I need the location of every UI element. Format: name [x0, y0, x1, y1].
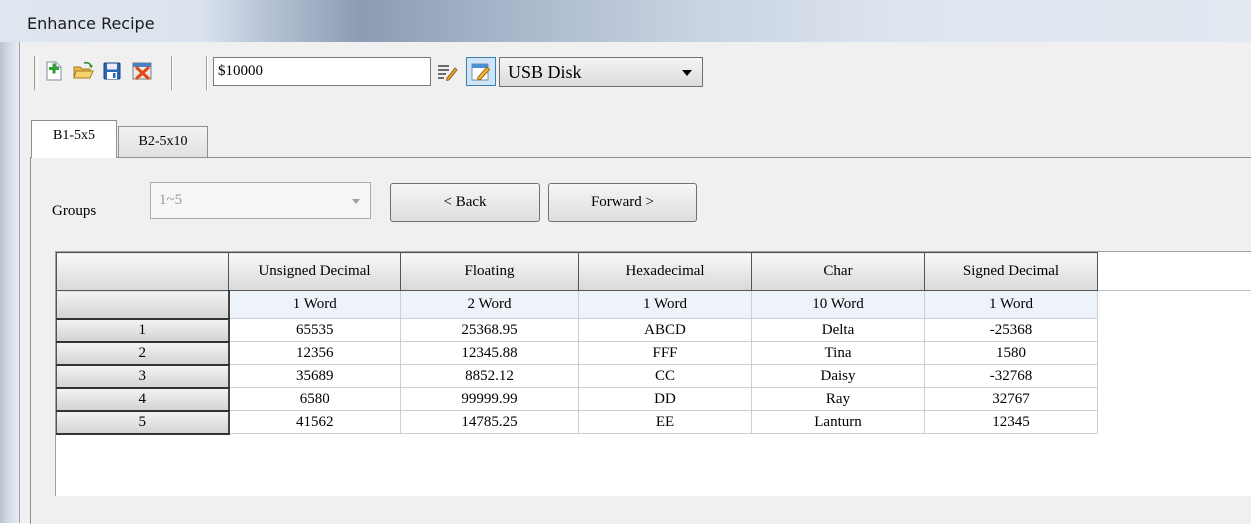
forward-button[interactable]: Forward > — [548, 183, 697, 222]
table-cell[interactable]: ABCD — [578, 318, 752, 342]
open-folder-icon[interactable] — [72, 60, 94, 82]
table-cell[interactable]: EE — [578, 410, 752, 434]
groups-label: Groups — [52, 203, 97, 219]
title-bar[interactable]: Enhance Recipe — [0, 0, 1251, 42]
table-cell[interactable]: DD — [578, 387, 752, 411]
groups-select-value: 1~5 — [159, 192, 183, 208]
recipe-content: $10000 USB Disk B1-5x5 B2-5x10 Groups 1~… — [19, 42, 1251, 524]
recipe-table: Unsigned Decimal Floating Hexadecimal Ch… — [56, 252, 1098, 435]
table-cell[interactable]: -25368 — [924, 318, 1098, 342]
back-button[interactable]: < Back — [390, 183, 540, 222]
table-cell[interactable]: 32767 — [924, 387, 1098, 411]
window-left-edge — [0, 42, 19, 523]
save-icon[interactable] — [101, 60, 123, 82]
table-cell[interactable]: 12345.88 — [400, 341, 579, 365]
column-header[interactable]: Char — [751, 252, 925, 291]
toolbar-separator — [171, 56, 173, 90]
table-corner[interactable] — [56, 252, 229, 291]
column-header[interactable]: Unsigned Decimal — [228, 252, 401, 291]
table-cell[interactable]: 12356 — [228, 341, 401, 365]
edit-mode-icon — [470, 61, 492, 87]
groups-select[interactable]: 1~5 — [150, 182, 371, 219]
storage-select-value: USB Disk — [508, 62, 582, 82]
column-size[interactable]: 2 Word — [400, 290, 579, 319]
tab-bar: B1-5x5 B2-5x10 — [30, 118, 1251, 158]
column-size[interactable]: 1 Word — [578, 290, 752, 319]
table-cell[interactable]: Ray — [751, 387, 925, 411]
table-row: 5 41562 14785.25 EE Lanturn 12345 — [56, 410, 1098, 435]
table-cell[interactable]: 8852.12 — [400, 364, 579, 388]
toolbar-separator — [206, 56, 208, 90]
row-header[interactable]: 5 — [56, 410, 230, 435]
column-size[interactable]: 1 Word — [924, 290, 1098, 319]
table-cell[interactable]: 99999.99 — [400, 387, 579, 411]
window-title: Enhance Recipe — [27, 14, 155, 33]
chevron-down-icon — [682, 70, 692, 76]
table-cell[interactable]: 14785.25 — [400, 410, 579, 434]
row-header[interactable] — [56, 290, 230, 320]
table-cell[interactable]: 25368.95 — [400, 318, 579, 342]
tab-b1-5x5[interactable]: B1-5x5 — [31, 120, 117, 158]
table-cell[interactable]: Daisy — [751, 364, 925, 388]
table-size-row: 1 Word 2 Word 1 Word 10 Word 1 Word — [56, 290, 1098, 320]
enhance-recipe-window: Enhance Recipe $10000 USB Disk B1-5x5 B2… — [0, 0, 1251, 524]
edit-mode-button[interactable] — [466, 57, 496, 86]
table-cell[interactable]: Delta — [751, 318, 925, 342]
column-header[interactable]: Hexadecimal — [578, 252, 752, 291]
table-row: 2 12356 12345.88 FFF Tina 1580 — [56, 341, 1098, 366]
table-cell[interactable]: 1580 — [924, 341, 1098, 365]
table-row: 3 35689 8852.12 CC Daisy -32768 — [56, 364, 1098, 389]
storage-select[interactable]: USB Disk — [499, 57, 703, 87]
table-cell[interactable]: 12345 — [924, 410, 1098, 434]
table-cell[interactable]: FFF — [578, 341, 752, 365]
new-icon[interactable] — [43, 60, 65, 82]
table-row: 1 65535 25368.95 ABCD Delta -25368 — [56, 318, 1098, 343]
column-header[interactable]: Floating — [400, 252, 579, 291]
table-cell[interactable]: Lanturn — [751, 410, 925, 434]
table-cell[interactable]: 65535 — [228, 318, 401, 342]
table-row: 4 6580 99999.99 DD Ray 32767 — [56, 387, 1098, 412]
row-header[interactable]: 2 — [56, 341, 230, 366]
row-header[interactable]: 3 — [56, 364, 230, 389]
edit-icon[interactable] — [436, 61, 458, 83]
table-cell[interactable]: Tina — [751, 341, 925, 365]
chevron-down-icon — [352, 199, 360, 204]
column-header[interactable]: Signed Decimal — [924, 252, 1098, 291]
column-size[interactable]: 1 Word — [228, 290, 401, 319]
row-header[interactable]: 4 — [56, 387, 230, 412]
delete-icon[interactable] — [131, 60, 153, 82]
table-cell[interactable]: 6580 — [228, 387, 401, 411]
table-cell[interactable]: -32768 — [924, 364, 1098, 388]
table-cell[interactable]: 35689 — [228, 364, 401, 388]
toolbar: $10000 USB Disk — [30, 52, 1251, 92]
table-header-row: Unsigned Decimal Floating Hexadecimal Ch… — [56, 252, 1098, 291]
recipe-grid: Unsigned Decimal Floating Hexadecimal Ch… — [55, 251, 1251, 496]
toolbar-grip[interactable] — [34, 56, 38, 90]
address-input[interactable]: $10000 — [213, 57, 431, 86]
tab-panel: Groups 1~5 < Back Forward > Unsigned Dec… — [30, 157, 1251, 524]
tab-b2-5x10[interactable]: B2-5x10 — [118, 126, 208, 158]
row-header[interactable]: 1 — [56, 318, 230, 343]
table-cell[interactable]: CC — [578, 364, 752, 388]
table-cell[interactable]: 41562 — [228, 410, 401, 434]
column-size[interactable]: 10 Word — [751, 290, 925, 319]
